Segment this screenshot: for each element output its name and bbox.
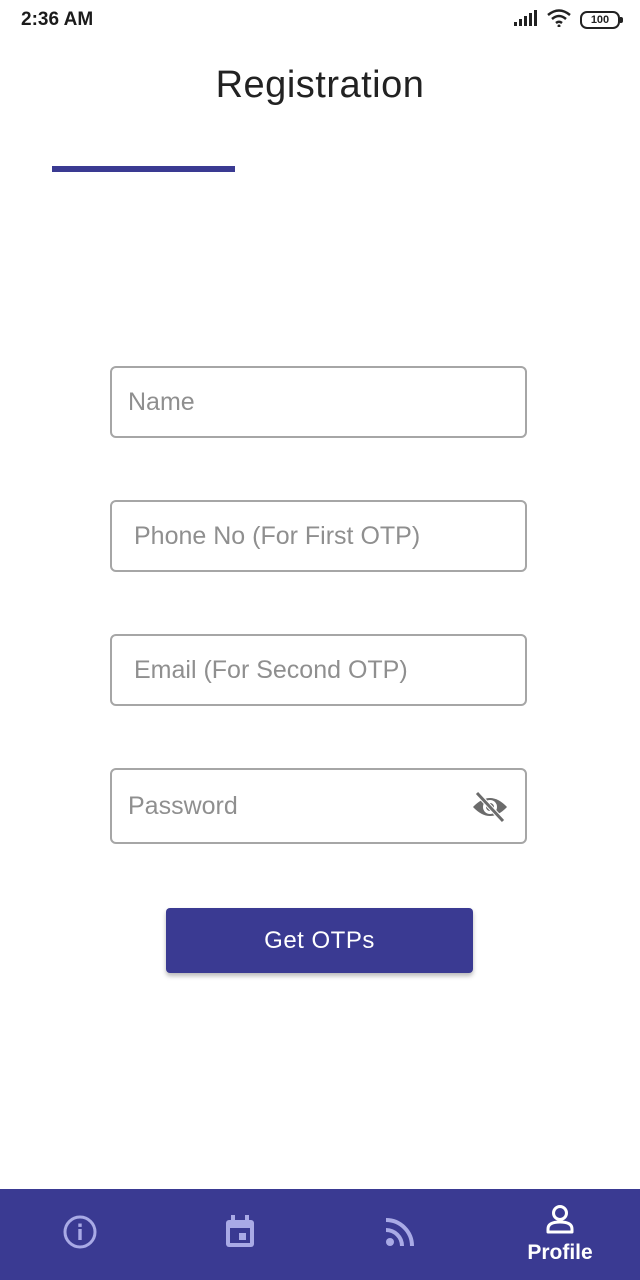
email-field-container	[110, 634, 527, 706]
phone-input[interactable]	[112, 502, 525, 570]
nav-item-info[interactable]	[0, 1189, 160, 1280]
wifi-icon	[547, 8, 571, 32]
rss-feed-icon	[383, 1215, 417, 1254]
nav-label-profile: Profile	[527, 1241, 593, 1264]
nav-item-feed[interactable]	[320, 1189, 480, 1280]
signal-icon	[514, 9, 538, 31]
password-input[interactable]	[112, 770, 525, 842]
page-title: Registration	[215, 64, 425, 106]
email-input[interactable]	[112, 636, 525, 704]
nav-item-profile[interactable]: Profile	[480, 1189, 640, 1280]
battery-icon: 100	[580, 11, 623, 29]
person-icon	[545, 1204, 575, 1239]
password-field-container	[110, 768, 527, 844]
info-icon	[62, 1214, 98, 1255]
bottom-nav: Profile	[0, 1189, 640, 1280]
nav-item-calendar[interactable]	[160, 1189, 320, 1280]
name-input[interactable]	[112, 368, 525, 436]
status-icons: 100	[514, 8, 623, 32]
status-time: 2:36 AM	[21, 9, 94, 30]
eye-off-icon[interactable]	[471, 790, 509, 824]
calendar-icon	[223, 1214, 257, 1255]
progress-indicator	[52, 166, 235, 172]
name-field-container	[110, 366, 527, 438]
get-otps-button[interactable]: Get OTPs	[166, 908, 473, 973]
status-bar: 2:36 AM 100	[0, 0, 640, 40]
phone-field-container	[110, 500, 527, 572]
